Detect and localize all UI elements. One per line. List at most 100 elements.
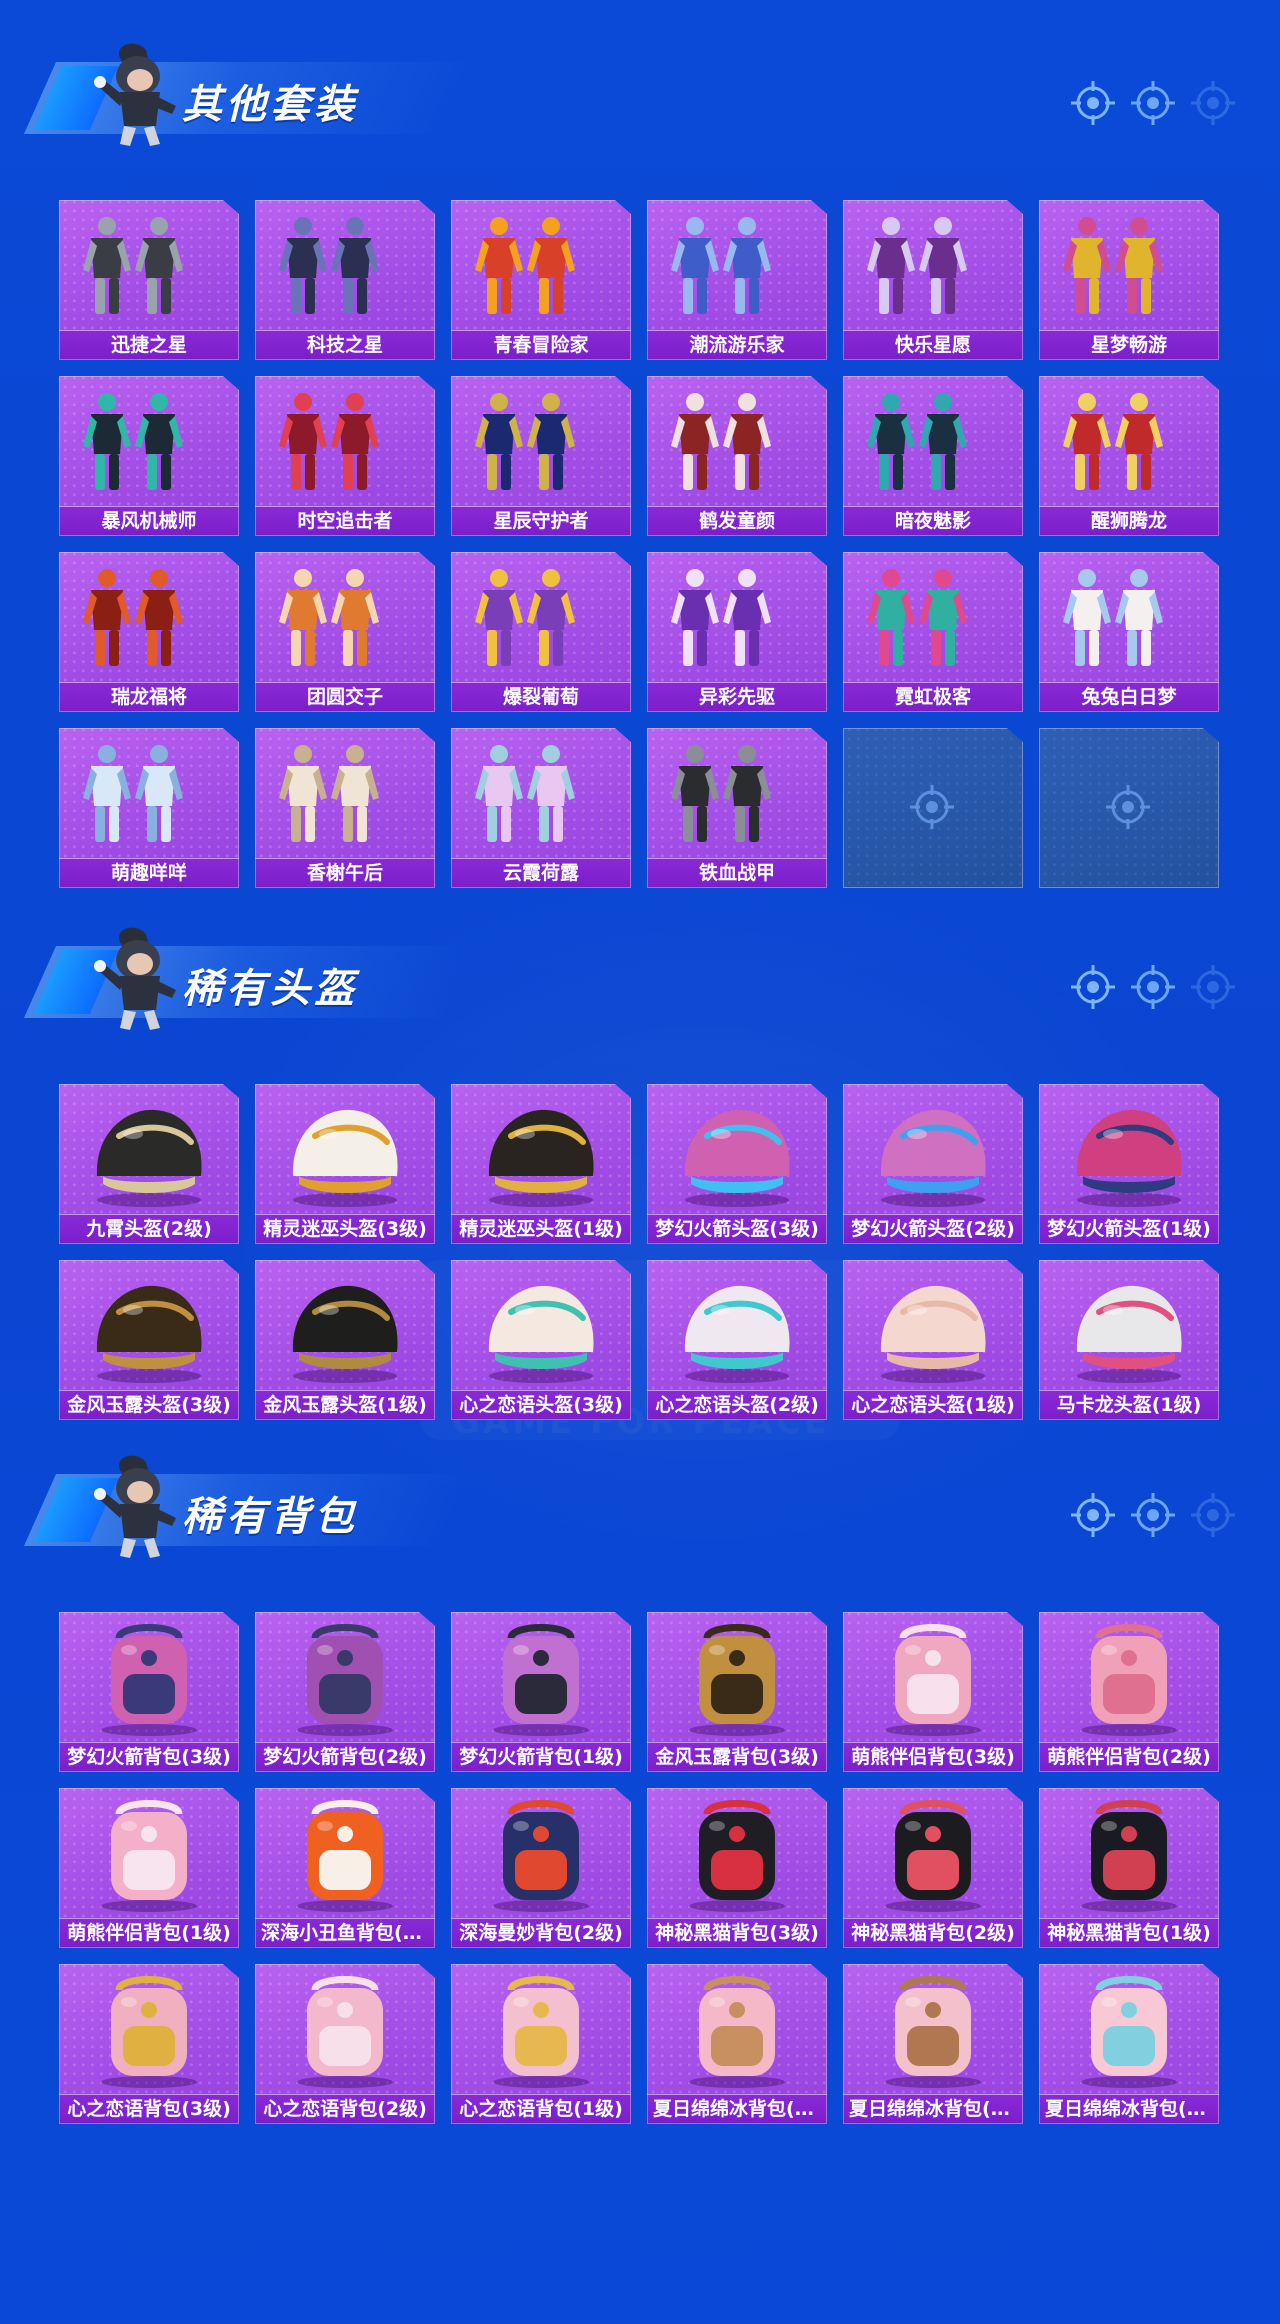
- item-card[interactable]: 心之恋语背包(2级): [255, 1964, 435, 2124]
- item-card[interactable]: 精灵迷巫头盔(1级): [451, 1084, 631, 1244]
- crosshair-decoration: [1070, 80, 1235, 126]
- item-label: 团圆交子: [255, 682, 435, 712]
- item-label: 金风玉露头盔(1级): [255, 1390, 435, 1420]
- item-card[interactable]: 金风玉露背包(3级): [647, 1612, 827, 1772]
- item-card[interactable]: 异彩先驱: [647, 552, 827, 712]
- item-label: 快乐星愿: [843, 330, 1023, 360]
- item-card[interactable]: 金风玉露头盔(1级): [255, 1260, 435, 1420]
- item-card[interactable]: 瑞龙福将: [59, 552, 239, 712]
- item-card[interactable]: 爆裂葡萄: [451, 552, 631, 712]
- item-card[interactable]: 九霄头盔(2级): [59, 1084, 239, 1244]
- crosshair-icon: [910, 785, 954, 829]
- item-card[interactable]: 暴风机械师: [59, 376, 239, 536]
- item-card[interactable]: 梦幻火箭头盔(3级): [647, 1084, 827, 1244]
- empty-slot: [843, 728, 1023, 888]
- item-card[interactable]: 鹤发童颜: [647, 376, 827, 536]
- outfit-image: [83, 217, 183, 314]
- section-header: 稀有背包: [23, 1452, 1268, 1572]
- item-card[interactable]: 萌熊伴侣背包(3级): [843, 1612, 1023, 1772]
- item-card[interactable]: 云霞荷露: [451, 728, 631, 888]
- outfit-image: [279, 745, 379, 842]
- item-card[interactable]: 青春冒险家: [451, 200, 631, 360]
- crosshair-icon: [1190, 1492, 1236, 1538]
- crosshair-icon: [1191, 81, 1235, 125]
- item-label: 青春冒险家: [451, 330, 631, 360]
- item-card[interactable]: 金风玉露头盔(3级): [59, 1260, 239, 1420]
- crosshair-icon: [1130, 964, 1176, 1010]
- item-card[interactable]: 心之恋语头盔(1级): [843, 1260, 1023, 1420]
- item-card[interactable]: 深海小丑鱼背包(3级): [255, 1788, 435, 1948]
- crosshair-icon: [1191, 1493, 1235, 1537]
- item-card[interactable]: 神秘黑猫背包(2级): [843, 1788, 1023, 1948]
- item-card[interactable]: 萌熊伴侣背包(2级): [1039, 1612, 1219, 1772]
- item-card[interactable]: 兔兔白日梦: [1039, 552, 1219, 712]
- item-card[interactable]: 萌趣咩咩: [59, 728, 239, 888]
- crosshair-decoration: [1070, 964, 1235, 1010]
- outfit-image: [867, 569, 967, 666]
- item-card[interactable]: 梦幻火箭背包(2级): [255, 1612, 435, 1772]
- helmet-image: [292, 1285, 398, 1383]
- item-card[interactable]: 夏日绵绵冰背包(1级): [1039, 1964, 1219, 2124]
- item-label: 神秘黑猫背包(3级): [647, 1918, 827, 1948]
- item-card[interactable]: 梦幻火箭背包(3级): [59, 1612, 239, 1772]
- item-card[interactable]: 梦幻火箭头盔(2级): [843, 1084, 1023, 1244]
- item-card[interactable]: 醒狮腾龙: [1039, 376, 1219, 536]
- item-card[interactable]: 香榭午后: [255, 728, 435, 888]
- item-card[interactable]: 萌熊伴侣背包(1级): [59, 1788, 239, 1948]
- item-card[interactable]: 科技之星: [255, 200, 435, 360]
- item-card[interactable]: 心之恋语头盔(2级): [647, 1260, 827, 1420]
- outfit-image: [1063, 393, 1163, 490]
- outfit-image: [475, 217, 575, 314]
- item-card[interactable]: 迅捷之星: [59, 200, 239, 360]
- item-card[interactable]: 马卡龙头盔(1级): [1039, 1260, 1219, 1420]
- item-card[interactable]: 铁血战甲: [647, 728, 827, 888]
- item-label: 鹤发童颜: [647, 506, 827, 536]
- backpack-image: [297, 1624, 393, 1736]
- helmet-image: [880, 1109, 986, 1207]
- backpack-image: [1081, 1624, 1177, 1736]
- item-card[interactable]: 潮流游乐家: [647, 200, 827, 360]
- crosshair-icon: [1190, 80, 1236, 126]
- item-card[interactable]: 霓虹极客: [843, 552, 1023, 712]
- item-card[interactable]: 精灵迷巫头盔(3级): [255, 1084, 435, 1244]
- item-card[interactable]: 心之恋语头盔(3级): [451, 1260, 631, 1420]
- item-card[interactable]: 神秘黑猫背包(3级): [647, 1788, 827, 1948]
- item-label: 夏日绵绵冰背包(1级): [1039, 2094, 1219, 2124]
- outfit-image: [867, 217, 967, 314]
- item-label: 金风玉露头盔(3级): [59, 1390, 239, 1420]
- item-label: 暴风机械师: [59, 506, 239, 536]
- item-card[interactable]: 时空追击者: [255, 376, 435, 536]
- item-card[interactable]: 暗夜魅影: [843, 376, 1023, 536]
- item-card[interactable]: 神秘黑猫背包(1级): [1039, 1788, 1219, 1948]
- item-label: 马卡龙头盔(1级): [1039, 1390, 1219, 1420]
- item-card[interactable]: 星梦畅游: [1039, 200, 1219, 360]
- item-card[interactable]: 梦幻火箭头盔(1级): [1039, 1084, 1219, 1244]
- item-label: 霓虹极客: [843, 682, 1023, 712]
- backpack-image: [493, 1800, 589, 1912]
- backpack-image: [689, 1800, 785, 1912]
- helmet-image: [1076, 1285, 1182, 1383]
- item-card[interactable]: 心之恋语背包(1级): [451, 1964, 631, 2124]
- outfit-image: [671, 217, 771, 314]
- item-label: 夏日绵绵冰背包(3级): [647, 2094, 827, 2124]
- item-card[interactable]: 夏日绵绵冰背包(3级): [647, 1964, 827, 2124]
- item-card[interactable]: 梦幻火箭背包(1级): [451, 1612, 631, 1772]
- item-card[interactable]: 夏日绵绵冰背包(2级): [843, 1964, 1023, 2124]
- crosshair-icon: [1106, 785, 1150, 829]
- crosshair-icon: [1130, 80, 1176, 126]
- item-card[interactable]: 深海曼妙背包(2级): [451, 1788, 631, 1948]
- item-label: 心之恋语头盔(3级): [451, 1390, 631, 1420]
- item-card[interactable]: 快乐星愿: [843, 200, 1023, 360]
- item-label: 梦幻火箭头盔(1级): [1039, 1214, 1219, 1244]
- backpack-image: [1081, 1976, 1177, 2088]
- outfit-image: [671, 745, 771, 842]
- crosshair-icon: [1070, 80, 1116, 126]
- item-label: 梦幻火箭头盔(2级): [843, 1214, 1023, 1244]
- item-card[interactable]: 星辰守护者: [451, 376, 631, 536]
- item-card[interactable]: 团圆交子: [255, 552, 435, 712]
- item-label: 香榭午后: [255, 858, 435, 888]
- item-label: 心之恋语背包(1级): [451, 2094, 631, 2124]
- helmet-image: [684, 1109, 790, 1207]
- item-card[interactable]: 心之恋语背包(3级): [59, 1964, 239, 2124]
- crosshair-icon: [1070, 964, 1116, 1010]
